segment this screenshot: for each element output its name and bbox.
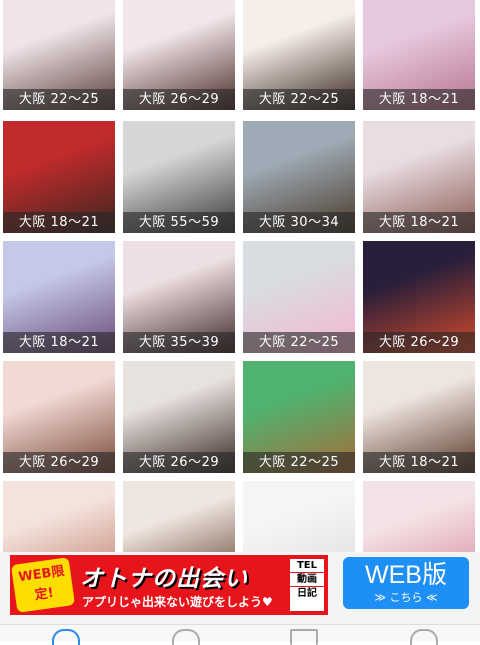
profile-tile[interactable]: 大阪 26〜29 [3,361,115,473]
profile-age-label: 大阪 55〜59 [123,212,235,233]
diary-label: 日記 [297,588,317,599]
web-version-button[interactable]: WEB版 ≫ こちら ≪ [343,557,469,609]
profile-tile[interactable] [363,481,475,552]
profile-tile[interactable]: 大阪 22〜25 [3,0,115,110]
profile-photo [123,481,235,552]
profile-age-label: 大阪 18〜21 [3,212,115,233]
profile-age-label: 大阪 18〜21 [363,89,475,110]
profile-tile[interactable]: 大阪 22〜25 [243,0,355,110]
profile-tile[interactable] [243,481,355,552]
tab-search-icon[interactable] [172,629,200,645]
profile-age-label: 大阪 22〜25 [243,452,355,473]
profile-tile[interactable]: 大阪 35〜39 [123,241,235,353]
tab-mypage-icon[interactable] [410,629,438,645]
profile-tile[interactable] [123,481,235,552]
profile-photo [243,481,355,552]
profile-tile[interactable] [3,481,115,552]
profile-tile[interactable]: 大阪 30〜34 [243,121,355,233]
profile-grid: 大阪 22〜25 大阪 26〜29 大阪 22〜25 大阪 18〜21 大阪 18〜21… [0,0,480,552]
profile-tile[interactable]: 大阪 22〜25 [243,241,355,353]
ad-subtitle: アプリじゃ出来ない遊びをしよう♥ [82,595,273,609]
tab-home-icon[interactable] [52,629,80,645]
profile-tile[interactable]: 大阪 26〜29 [363,241,475,353]
profile-age-label: 大阪 30〜34 [243,212,355,233]
profile-tile[interactable]: 大阪 26〜29 [123,361,235,473]
profile-age-label: 大阪 18〜21 [363,452,475,473]
profile-tile[interactable]: 大阪 18〜21 [3,121,115,233]
profile-age-label: 大阪 26〜29 [3,452,115,473]
ad-banner[interactable]: WEB限定! オトナの出会い アプリじゃ出来ない遊びをしよう♥ TEL 動画 日… [10,555,328,615]
profile-age-label: 大阪 18〜21 [363,212,475,233]
ad-title: オトナの出会い [80,566,248,592]
video-label: 動画 [290,573,324,587]
profile-tile[interactable]: 大阪 18〜21 [363,361,475,473]
profile-age-label: 大阪 22〜25 [3,89,115,110]
profile-age-label: 大阪 26〜29 [363,332,475,353]
web-limited-badge: WEB限定! [10,557,76,613]
profile-age-label: 大阪 35〜39 [123,332,235,353]
profile-age-label: 大阪 22〜25 [243,89,355,110]
tel-label: TEL [290,559,324,573]
profile-tile[interactable]: 大阪 18〜21 [363,0,475,110]
profile-age-label: 大阪 18〜21 [3,332,115,353]
web-version-label: WEB版 [365,561,447,589]
profile-tile[interactable]: 大阪 55〜59 [123,121,235,233]
ad-tel-box: TEL 動画 日記 [290,559,324,611]
ad-banner-bar: WEB限定! オトナの出会い アプリじゃ出来ない遊びをしよう♥ TEL 動画 日… [0,552,480,624]
profile-age-label: 大阪 26〜29 [123,452,235,473]
tab-bar [0,624,480,645]
profile-photo [3,481,115,552]
profile-tile[interactable]: 大阪 18〜21 [363,121,475,233]
web-version-sub: ≫ こちら ≪ [374,591,438,604]
profile-photo [363,481,475,552]
tab-message-icon[interactable] [290,629,318,645]
profile-tile[interactable]: 大阪 22〜25 [243,361,355,473]
profile-tile[interactable]: 大阪 26〜29 [123,0,235,110]
profile-tile[interactable]: 大阪 18〜21 [3,241,115,353]
profile-age-label: 大阪 26〜29 [123,89,235,110]
profile-age-label: 大阪 22〜25 [243,332,355,353]
